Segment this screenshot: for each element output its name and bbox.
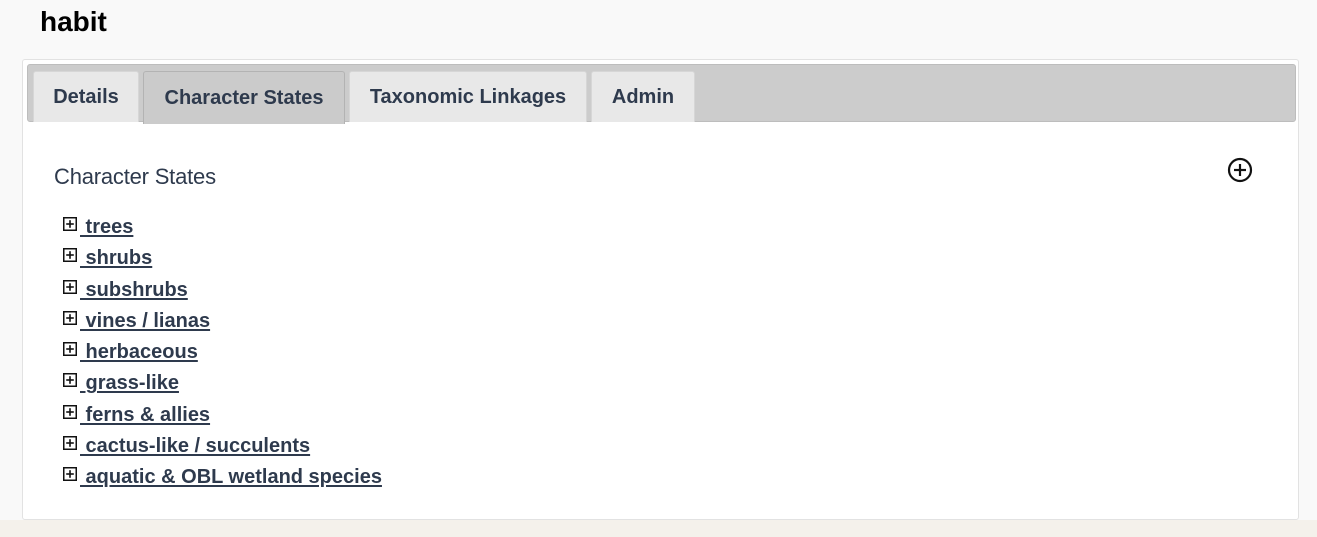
page-title: habit xyxy=(40,6,107,37)
list-item: aquatic & OBL wetland species xyxy=(63,466,382,497)
state-link-shrubs[interactable]: shrubs xyxy=(80,247,153,269)
tab-bar: Details Character States Taxonomic Linka… xyxy=(27,64,1296,124)
list-item: ferns & allies xyxy=(63,404,382,435)
tab-taxonomic-linkages[interactable]: Taxonomic Linkages xyxy=(349,71,587,122)
expand-plus-icon[interactable] xyxy=(63,248,77,263)
footer-strip xyxy=(0,520,1317,537)
expand-plus-icon[interactable] xyxy=(63,436,77,451)
state-link-cactus-like-succulents[interactable]: cactus-like / succulents xyxy=(80,435,311,457)
expand-plus-icon[interactable] xyxy=(63,310,77,325)
list-item: herbaceous xyxy=(63,341,382,372)
expand-plus-icon[interactable] xyxy=(63,404,77,419)
tab-details[interactable]: Details xyxy=(33,71,139,122)
state-link-trees[interactable]: trees xyxy=(80,216,134,238)
state-link-herbaceous[interactable]: herbaceous xyxy=(80,341,198,363)
list-item: vines / lianas xyxy=(63,310,382,341)
state-link-grass-like[interactable]: grass-like xyxy=(80,372,179,394)
expand-plus-icon[interactable] xyxy=(63,217,77,231)
section-title: Character States xyxy=(54,164,216,189)
expand-plus-icon[interactable] xyxy=(63,373,77,388)
state-link-vines-lianas[interactable]: vines / lianas xyxy=(80,310,211,332)
circle-plus-icon[interactable] xyxy=(1227,157,1253,183)
character-state-list: trees shrubs subshrubs vines / lianas he… xyxy=(63,216,382,498)
list-item: cactus-like / succulents xyxy=(63,435,382,466)
expand-plus-icon[interactable] xyxy=(63,467,77,482)
expand-plus-icon[interactable] xyxy=(63,279,77,294)
list-item: trees xyxy=(63,216,382,247)
list-item: subshrubs xyxy=(63,279,382,310)
expand-plus-icon[interactable] xyxy=(63,342,77,357)
state-link-aquatic-obl-wetland-species[interactable]: aquatic & OBL wetland species xyxy=(80,466,382,488)
list-item: shrubs xyxy=(63,247,382,278)
state-link-subshrubs[interactable]: subshrubs xyxy=(80,279,188,301)
tab-admin[interactable]: Admin xyxy=(591,71,695,122)
page: habit Details Character States Taxonomic… xyxy=(0,0,1317,537)
state-link-ferns-allies[interactable]: ferns & allies xyxy=(80,404,211,426)
tab-panel: Details Character States Taxonomic Linka… xyxy=(22,59,1299,520)
tab-character-states[interactable]: Character States xyxy=(143,71,345,124)
list-item: grass-like xyxy=(63,372,382,403)
